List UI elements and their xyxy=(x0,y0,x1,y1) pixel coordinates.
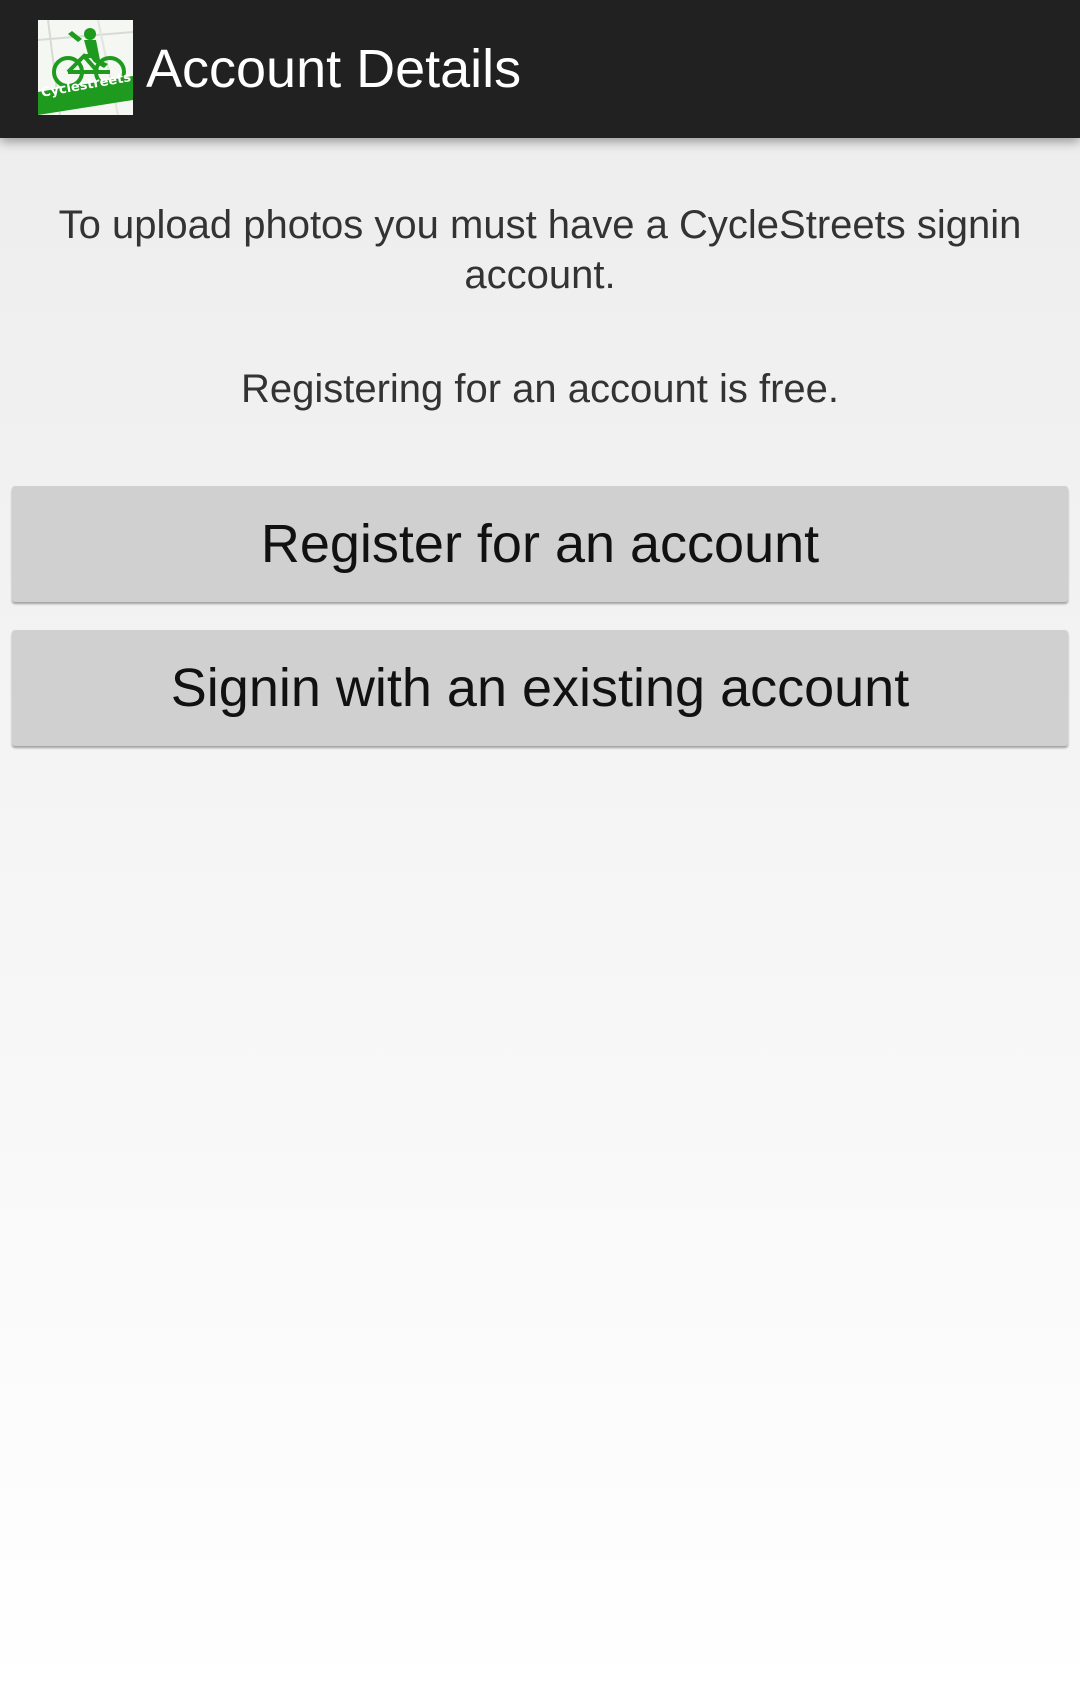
register-account-button[interactable]: Register for an account xyxy=(12,486,1068,602)
registration-free-text: Registering for an account is free. xyxy=(240,367,840,411)
upload-requirement-text: To upload photos you must have a CycleSt… xyxy=(58,203,1022,297)
action-bar: Cyclestreets Account Details xyxy=(0,0,1080,138)
cyclestreets-logo-icon[interactable]: Cyclestreets xyxy=(38,20,133,115)
signin-existing-account-button[interactable]: Signin with an existing account xyxy=(12,630,1068,746)
page-title: Account Details xyxy=(146,39,522,99)
